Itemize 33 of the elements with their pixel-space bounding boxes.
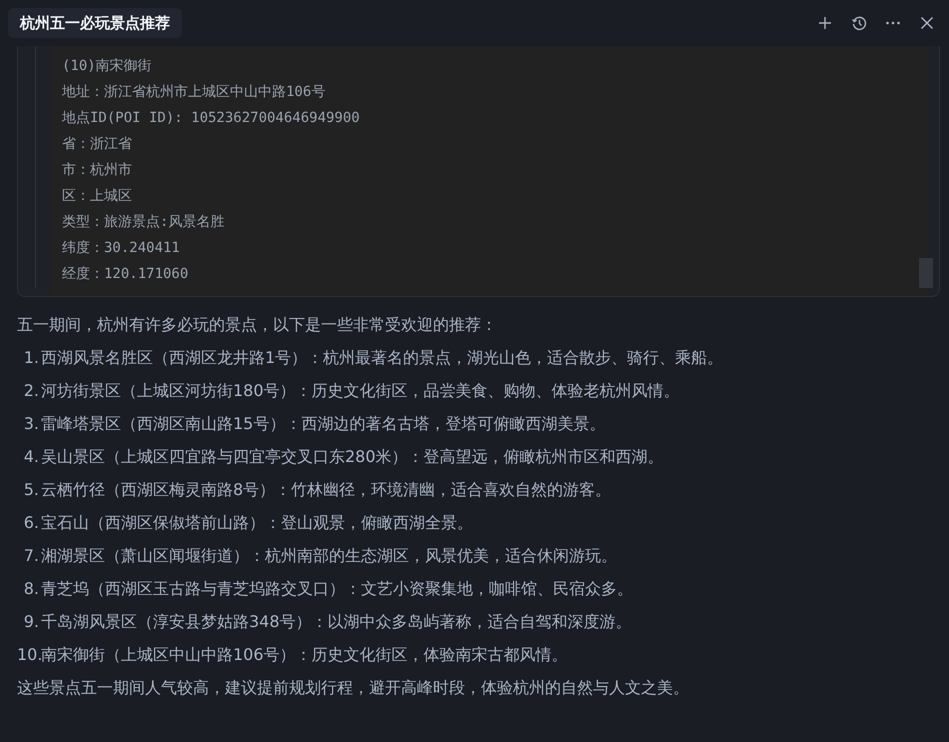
list-number: 8. [22, 578, 39, 600]
code-line: 类型：旅游景点:风景名胜 [62, 213, 226, 232]
list-number: 1. [22, 347, 39, 369]
list-item-text: 青芝坞（西湖区玉古路与青芝坞路交叉口）：文艺小资聚集地，咖啡馆、民宿众多。 [41, 578, 633, 600]
list-number: 5. [22, 479, 39, 501]
code-line: 经度：120.171060 [62, 265, 190, 284]
intro-text: 五一期间，杭州有许多必玩的景点，以下是一些非常受欢迎的推荐： [17, 314, 498, 336]
list-number: 2. [22, 380, 39, 402]
list-item-text: 雷峰塔景区（西湖区南山路15号）：西湖边的著名古塔，登塔可俯瞰西湖美景。 [41, 413, 606, 435]
code-line: 地点ID(POI ID): 10523627004646949900 [62, 109, 361, 128]
list-item-text: 吴山景区（上城区四宜路与四宜亭交叉口东280米）：登高望远，俯瞰杭州市区和西湖。 [41, 446, 664, 468]
scrollbar-thumb[interactable] [919, 258, 933, 288]
closing-text: 这些景点五一期间人气较高，建议提前规划行程，避开高峰时段，体验杭州的自然与人文之美。 [17, 677, 690, 699]
list-number: 7. [22, 545, 39, 567]
chat-tab[interactable]: 杭州五一必玩景点推荐 [8, 8, 182, 38]
list-item-text: 千岛湖风景区（淳安县梦姑路348号）：以湖中众多岛屿著称，适合自驾和深度游。 [41, 611, 632, 633]
code-line: 地址：浙江省杭州市上城区中山中路106号 [62, 83, 326, 102]
list-item-text: 南宋御街（上城区中山中路106号）：历史文化街区，体验南宋古都风情。 [41, 644, 568, 666]
code-line: 市：杭州市 [62, 161, 133, 180]
list-item-text: 宝石山（西湖区保俶塔前山路）：登山观景，俯瞰西湖全景。 [41, 512, 473, 534]
list-number: 3. [22, 413, 39, 435]
list-number: 10. [17, 644, 39, 666]
list-item-text: 湘湖景区（萧山区闻堰街道）：杭州南部的生态湖区，风景优美，适合休闲游玩。 [41, 545, 617, 567]
list-number: 4. [22, 446, 39, 468]
list-number: 9. [22, 611, 39, 633]
list-item-text: 河坊街景区（上城区河坊街180号）：历史文化街区，品尝美食、购物、体验老杭州风情。 [41, 380, 680, 402]
code-line: 省：浙江省 [62, 135, 133, 154]
list-number: 6. [22, 512, 39, 534]
list-item-text: 西湖风景名胜区（西湖区龙井路1号）：杭州最著名的景点，湖光山色，适合散步、骑行、乘船。 [41, 347, 724, 369]
code-line: (10)南宋御街 [62, 57, 153, 76]
list-item-text: 云栖竹径（西湖区梅灵南路8号）：竹林幽径，环境清幽，适合喜欢自然的游客。 [41, 479, 612, 501]
code-line: 纬度：30.240411 [62, 239, 181, 258]
code-line: 区：上城区 [62, 187, 133, 206]
